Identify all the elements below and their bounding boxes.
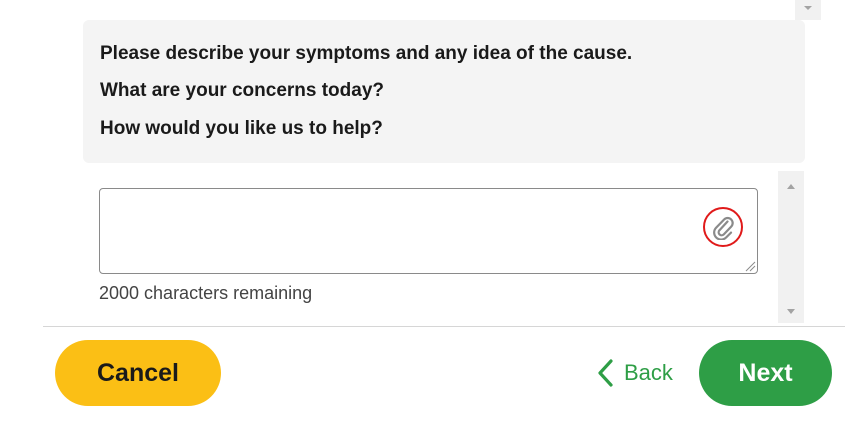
footer-divider bbox=[43, 326, 845, 327]
resize-grip-icon[interactable] bbox=[744, 260, 756, 272]
characters-remaining: 2000 characters remaining bbox=[99, 283, 313, 303]
top-scrollbar[interactable] bbox=[795, 0, 821, 20]
back-button[interactable]: Back bbox=[596, 356, 673, 390]
back-label: Back bbox=[624, 360, 673, 385]
paperclip-icon bbox=[713, 216, 734, 240]
next-button[interactable]: Next bbox=[699, 340, 832, 406]
question-panel: Please describe your symptoms and any id… bbox=[83, 20, 805, 163]
scroll-down-arrow-icon[interactable] bbox=[787, 309, 795, 314]
textarea-scrollbar[interactable] bbox=[778, 171, 804, 323]
question-line-concerns: What are your concerns today? bbox=[100, 80, 385, 101]
symptoms-textarea[interactable] bbox=[99, 188, 758, 274]
question-line-help: How would you like us to help? bbox=[100, 118, 383, 139]
question-line-symptoms: Please describe your symptoms and any id… bbox=[100, 43, 633, 64]
scroll-down-arrow-icon[interactable] bbox=[804, 6, 812, 10]
chevron-left-icon bbox=[598, 359, 613, 387]
cancel-button[interactable]: Cancel bbox=[55, 340, 221, 406]
symptom-form-page: Please describe your symptoms and any id… bbox=[0, 0, 859, 434]
attach-file-button[interactable] bbox=[703, 207, 743, 247]
scroll-up-arrow-icon[interactable] bbox=[787, 184, 795, 189]
